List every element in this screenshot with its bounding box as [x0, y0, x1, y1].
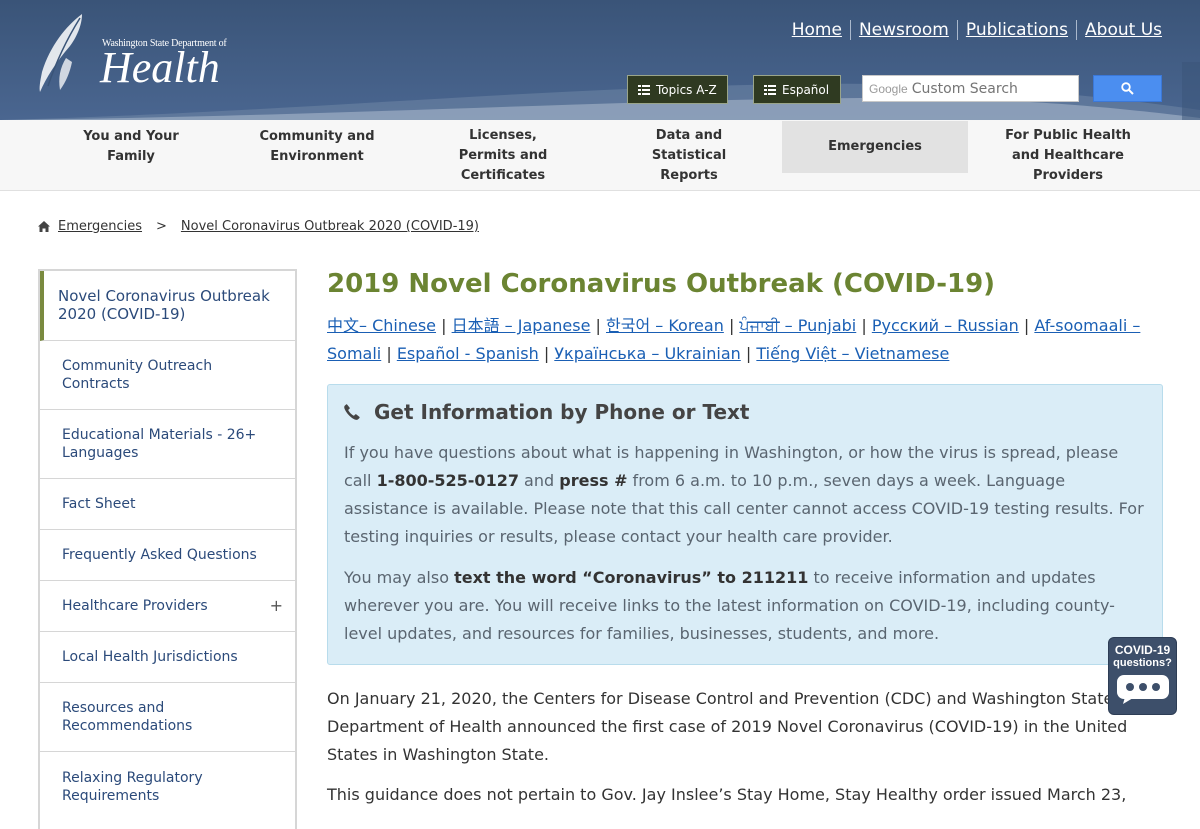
nav-data-reports[interactable]: Data and Statistical Reports — [596, 125, 782, 187]
section-sidebar: Novel Coronavirus Outbreak 2020 (COVID-1… — [38, 269, 297, 829]
logo-title: Health — [100, 43, 220, 92]
nav-label: You and Your Family — [83, 129, 179, 164]
breadcrumb: Emergencies > Novel Coronavirus Outbreak… — [38, 219, 479, 234]
body-paragraph-first-case: On January 21, 2020, the Centers for Dis… — [327, 689, 1128, 764]
main-navigation: You and Your Family Community and Enviro… — [0, 120, 1200, 191]
google-brand-label: Google — [869, 81, 908, 96]
topics-a-z-label: Topics A-Z — [656, 82, 717, 97]
lang-separator: | — [543, 344, 550, 363]
list-icon — [638, 84, 650, 95]
main-content: 2019 Novel Coronavirus Outbreak (COVID-1… — [327, 264, 1163, 809]
sidebar-item-local-health[interactable]: Local Health Jurisdictions — [40, 632, 295, 683]
nav-label: Data and Statistical Reports — [651, 128, 727, 183]
sidebar-item-community-outreach[interactable]: Community Outreach Contracts — [40, 341, 295, 410]
espanol-label: Español — [782, 82, 830, 97]
helpline-number: 1-800-525-0127 — [376, 471, 519, 490]
nav-licenses-permits[interactable]: Licenses, Permits and Certificates — [410, 125, 596, 187]
infobox-title: Get Information by Phone or Text — [374, 400, 750, 424]
phone-info-box: Get Information by Phone or Text If you … — [327, 384, 1163, 665]
sidebar-item-faq[interactable]: Frequently Asked Questions — [40, 530, 295, 581]
lang-link-japanese[interactable]: 日本語 – Japanese — [452, 316, 591, 335]
phone-icon — [344, 402, 360, 422]
body-paragraph-guidance: This guidance does not pertain to Gov. J… — [327, 785, 1127, 804]
lang-link-vietnamese[interactable]: Tiếng Việt – Vietnamese — [756, 344, 949, 363]
newsroom-link[interactable]: Newsroom — [849, 20, 957, 40]
lang-link-russian[interactable]: Русский – Russian — [872, 316, 1019, 335]
sidebar-item-healthcare-providers[interactable]: Healthcare Providers + — [40, 581, 295, 632]
nav-label: Emergencies — [828, 139, 922, 154]
press-instruction: press # — [559, 471, 628, 490]
nav-label: Licenses, Permits and Certificates — [458, 128, 548, 183]
widget-subtitle: questions? — [1113, 657, 1172, 669]
search-icon — [1121, 82, 1134, 95]
utility-links: Home Newsroom Publications About Us — [784, 20, 1162, 40]
feather-logo-icon — [39, 14, 82, 92]
nav-emergencies[interactable]: Emergencies — [782, 121, 968, 173]
search-box: Google — [862, 75, 1079, 102]
breadcrumb-current-link[interactable]: Novel Coronavirus Outbreak 2020 (COVID-1… — [181, 219, 479, 234]
sidebar-item-label: Healthcare Providers — [62, 598, 208, 614]
nav-community-and-environment[interactable]: Community and Environment — [224, 121, 410, 173]
topics-a-z-button[interactable]: Topics A-Z — [627, 75, 728, 104]
espanol-button[interactable]: Español — [753, 75, 841, 104]
text-instruction: text the word “Coronavirus” to 211211 — [454, 568, 809, 587]
lang-separator: | — [441, 316, 447, 335]
lang-separator: | — [1023, 316, 1030, 335]
expand-icon[interactable]: + — [270, 597, 283, 615]
sidebar-heading[interactable]: Novel Coronavirus Outbreak 2020 (COVID-1… — [40, 271, 295, 341]
search-button[interactable] — [1093, 75, 1162, 102]
breadcrumb-emergencies-link[interactable]: Emergencies — [58, 219, 142, 234]
sidebar-item-label: Educational Materials - 26+ Languages — [62, 427, 257, 461]
infobox-heading: Get Information by Phone or Text — [344, 397, 1146, 427]
lang-separator: | — [745, 344, 752, 363]
sidebar-item-educational-materials[interactable]: Educational Materials - 26+ Languages — [40, 410, 295, 479]
covid-questions-chat-widget[interactable]: COVID-19 questions? — [1108, 637, 1177, 715]
sidebar-item-resources[interactable]: Resources and Recommendations — [40, 683, 295, 752]
lang-separator: | — [595, 316, 601, 335]
sidebar-item-label: Resources and Recommendations — [62, 700, 193, 734]
about-us-link[interactable]: About Us — [1076, 20, 1162, 40]
site-header: Washington State Department of Health Ho… — [0, 0, 1200, 120]
sidebar-item-label: Local Health Jurisdictions — [62, 649, 238, 665]
lang-separator: | — [861, 316, 867, 335]
sidebar-item-label: Frequently Asked Questions — [62, 547, 257, 563]
publications-link[interactable]: Publications — [956, 20, 1076, 40]
language-links: 中文– Chinese | 日本語 – Japanese | 한국어 – Kor… — [327, 312, 1163, 368]
lang-separator: | — [386, 344, 392, 363]
sidebar-item-label: Relaxing Regulatory Requirements — [62, 769, 203, 804]
infobox-text-paragraph: You may also text the word “Coronavirus”… — [344, 564, 1146, 648]
chat-bubble-icon — [1116, 675, 1169, 704]
lang-link-spanish[interactable]: Español - Spanish — [397, 344, 539, 363]
nav-label: Community and Environment — [259, 129, 375, 164]
lang-link-ukrainian[interactable]: Українська – Ukrainian — [554, 344, 740, 363]
sidebar-item-label: Community Outreach Contracts — [62, 358, 213, 392]
nav-public-health-providers[interactable]: For Public Health and Healthcare Provide… — [968, 125, 1168, 187]
lang-link-chinese[interactable]: 中文– Chinese — [327, 316, 436, 335]
search-input[interactable] — [911, 80, 1062, 97]
sidebar-item-fact-sheet[interactable]: Fact Sheet — [40, 479, 295, 530]
sidebar-item-regulatory[interactable]: Relaxing Regulatory Requirements — [40, 752, 295, 821]
lang-link-korean[interactable]: 한국어 – Korean — [606, 316, 724, 335]
site-logo[interactable]: Washington State Department of Health — [36, 12, 227, 96]
nav-label: For Public Health and Healthcare Provide… — [1005, 128, 1131, 183]
infobox-phone-paragraph: If you have questions about what is happ… — [344, 439, 1146, 551]
widget-title: COVID-19 — [1114, 643, 1171, 657]
home-link[interactable]: Home — [784, 20, 850, 40]
page-title: 2019 Novel Coronavirus Outbreak (COVID-1… — [327, 269, 996, 299]
list-icon — [764, 84, 776, 95]
infobox-text: You may also — [344, 568, 455, 587]
infobox-text: and — [518, 471, 560, 490]
nav-you-and-your-family[interactable]: You and Your Family — [38, 121, 224, 173]
breadcrumb-separator: > — [156, 219, 167, 234]
sidebar-item-label: Fact Sheet — [62, 496, 136, 512]
lang-link-punjabi[interactable]: ਪੰਜਾਬੀ – Punjabi — [739, 316, 856, 335]
lang-separator: | — [728, 316, 735, 335]
home-icon[interactable] — [38, 221, 50, 232]
